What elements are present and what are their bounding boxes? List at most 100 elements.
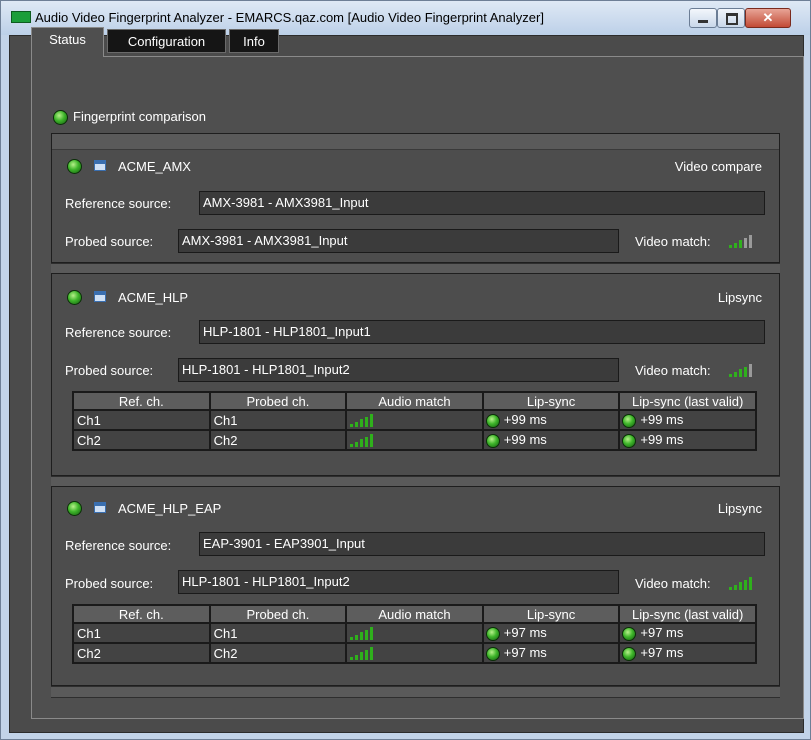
signal-bar (744, 579, 747, 590)
table-row[interactable]: Ch2 Ch2 +97 ms +97 ms (72, 642, 757, 664)
signal-bar (370, 647, 374, 661)
audio-match-header[interactable]: Audio match (345, 604, 484, 624)
table-row[interactable]: Ch1 Ch1 +99 ms +99 ms (72, 409, 757, 431)
lipsync-value: +99 ms (503, 432, 547, 448)
audio-match-signal-icon (350, 647, 390, 661)
table-icon[interactable] (94, 291, 106, 302)
lipsync-header[interactable]: Lip-sync (481, 604, 621, 624)
lipsync-last-value: +99 ms (640, 412, 684, 428)
table-icon[interactable] (94, 502, 106, 513)
audio-match-header[interactable]: Audio match (345, 391, 484, 411)
signal-bar (355, 421, 359, 428)
lipsync-led (485, 646, 500, 661)
probed-source-label: Probed source: (65, 234, 154, 249)
status-led (67, 290, 82, 305)
ref-ch-header[interactable]: Ref. ch. (72, 391, 211, 411)
reference-source-label: Reference source: (65, 538, 172, 553)
channel-table: Ref. ch. Probed ch. Audio match Lip-sync… (72, 604, 757, 664)
probed-source-field[interactable]: HLP-1801 - HLP1801_Input2 (178, 358, 619, 382)
probed-ch-cell: Ch2 (208, 429, 348, 451)
group-name: ACME_AMX (118, 159, 191, 174)
signal-bar (350, 637, 354, 641)
ref-ch-cell: Ch1 (72, 409, 211, 431)
signal-bar (734, 584, 737, 590)
signal-bar (749, 577, 752, 590)
signal-bar (350, 657, 354, 661)
table-icon[interactable] (94, 160, 106, 171)
lipsync-value: +97 ms (503, 625, 547, 641)
reference-source-field[interactable]: AMX-3981 - AMX3981_Input (199, 191, 765, 215)
lipsync-cell: +99 ms (481, 429, 621, 451)
ref-ch-cell: Ch2 (72, 429, 211, 451)
lipsync-last-cell: +99 ms (618, 409, 757, 431)
app-icon (11, 11, 31, 23)
signal-bar (360, 419, 364, 428)
audio-match-cell (345, 409, 484, 431)
group-mode: Lipsync (717, 290, 762, 305)
lipsync-last-valid-header[interactable]: Lip-sync (last valid) (618, 391, 757, 411)
status-led (67, 501, 82, 516)
lipsync-cell: +99 ms (481, 409, 621, 431)
fingerprint-status-led (53, 110, 68, 125)
signal-bar (365, 416, 369, 428)
ref-ch-header[interactable]: Ref. ch. (72, 604, 211, 624)
signal-bar (749, 364, 752, 377)
probed-source-label: Probed source: (65, 363, 154, 378)
table-row[interactable]: Ch2 Ch2 +99 ms +99 ms (72, 429, 757, 451)
tab-status[interactable]: Status (31, 27, 104, 57)
probed-ch-header[interactable]: Probed ch. (208, 604, 348, 624)
lipsync-header[interactable]: Lip-sync (481, 391, 621, 411)
lipsync-last-value: +99 ms (640, 432, 684, 448)
channel-table: Ref. ch. Probed ch. Audio match Lip-sync… (72, 391, 757, 451)
video-match-signal-icon (729, 576, 761, 590)
table-header-row: Ref. ch. Probed ch. Audio match Lip-sync… (72, 604, 757, 624)
table-row[interactable]: Ch1 Ch1 +97 ms +97 ms (72, 622, 757, 644)
probed-source-label: Probed source: (65, 576, 154, 591)
section-title: Fingerprint comparison (73, 109, 206, 124)
signal-bar (355, 654, 359, 661)
audio-match-signal-icon (350, 627, 390, 641)
signal-bar (734, 242, 737, 248)
video-match-label: Video match: (635, 363, 711, 378)
minimize-icon (698, 20, 708, 23)
lipsync-last-valid-header[interactable]: Lip-sync (last valid) (618, 604, 757, 624)
probed-ch-cell: Ch2 (208, 642, 348, 664)
lipsync-cell: +97 ms (481, 622, 621, 644)
maximize-button[interactable] (717, 8, 745, 28)
signal-bar (370, 434, 374, 448)
table-header-row: Ref. ch. Probed ch. Audio match Lip-sync… (72, 391, 757, 411)
probed-ch-header[interactable]: Probed ch. (208, 391, 348, 411)
video-match-signal-icon (729, 363, 761, 377)
lipsync-last-led (622, 646, 637, 661)
group-separator (51, 686, 780, 698)
signal-bar (365, 649, 369, 661)
status-led (67, 159, 82, 174)
signal-bar (729, 245, 732, 248)
signal-bar (365, 629, 369, 641)
reference-source-field[interactable]: EAP-3901 - EAP3901_Input (199, 532, 765, 556)
reference-source-field[interactable]: HLP-1801 - HLP1801_Input1 (199, 320, 765, 344)
close-button[interactable]: ✕ (745, 8, 791, 28)
video-match-signal-icon (729, 234, 761, 248)
signal-bar (734, 371, 737, 377)
tab-configuration[interactable]: Configuration (107, 29, 226, 53)
group-mode: Lipsync (717, 501, 762, 516)
signal-bar (739, 240, 742, 248)
maximize-icon (726, 13, 738, 25)
lipsync-led (485, 433, 500, 448)
signal-bar (370, 627, 374, 641)
group-name: ACME_HLP (118, 290, 189, 305)
signal-bar (744, 366, 747, 377)
audio-match-cell (345, 622, 484, 644)
tab-info[interactable]: Info (229, 29, 279, 53)
probed-source-field[interactable]: AMX-3981 - AMX3981_Input (178, 229, 619, 253)
signal-bar (355, 441, 359, 448)
video-match-label: Video match: (635, 234, 711, 249)
lipsync-cell: +97 ms (481, 642, 621, 664)
signal-bar (360, 632, 364, 641)
lipsync-value: +99 ms (503, 412, 547, 428)
minimize-button[interactable] (689, 8, 717, 28)
probed-source-field[interactable]: HLP-1801 - HLP1801_Input2 (178, 570, 619, 594)
audio-match-signal-icon (350, 434, 390, 448)
signal-bar (729, 374, 732, 377)
